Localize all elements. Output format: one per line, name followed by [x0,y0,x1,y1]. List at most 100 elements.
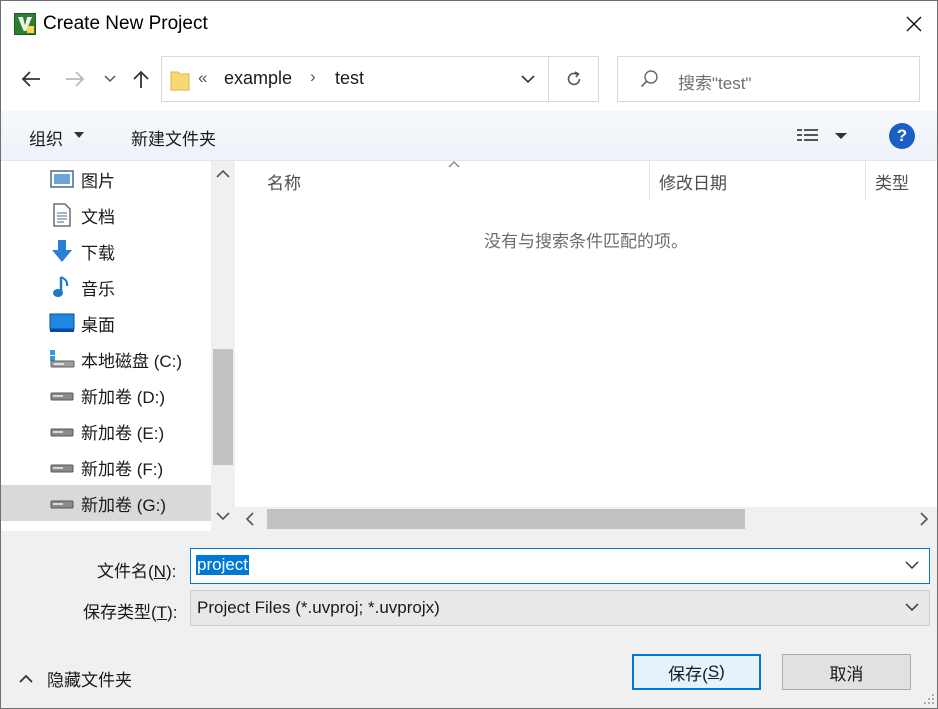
column-header-name[interactable]: 名称 [267,169,301,194]
file-list: 名称 修改日期 类型 没有与搜索条件匹配的项。 [235,161,937,531]
nav-label: 桌面 [81,315,115,335]
arrow-up-icon [133,70,149,88]
address-segment-example[interactable]: example [224,68,292,89]
nav-item-documents[interactable]: 文档 [1,197,211,233]
save-button-end: ) [719,662,725,681]
details-view-icon [797,129,847,141]
command-bar: 组织 新建文件夹 ? [1,111,937,161]
chevron-down-icon [521,74,535,83]
address-overflow[interactable]: « [198,68,207,88]
address-dropdown-button[interactable] [508,57,548,101]
chevron-down-icon[interactable] [216,511,230,521]
drive-icon [49,418,75,444]
chevron-down-icon [905,603,919,612]
window-title: Create New Project [43,13,208,34]
sort-ascending-icon [448,161,460,168]
column-header-date[interactable]: 修改日期 [659,169,727,194]
new-folder-button[interactable]: 新建文件夹 [131,125,216,150]
nav-label: 新加卷 (E:) [81,423,165,443]
up-button[interactable] [127,63,155,95]
cancel-button[interactable]: 取消 [782,654,911,690]
address-separator[interactable]: › [310,67,316,87]
nav-scrollbar[interactable] [211,161,235,531]
nav-scrollbar-thumb[interactable] [213,349,233,465]
forward-button[interactable] [61,63,89,95]
title-bar: Create New Project [1,1,937,47]
hide-folders-label: 隐藏文件夹 [47,671,132,690]
save-button-text: 保存( [668,664,708,684]
nav-item-drive-f[interactable]: 新加卷 (F:) [1,449,211,485]
refresh-icon [567,71,581,86]
app-logo-icon [14,13,36,35]
hide-folders-toggle[interactable]: 隐藏文件夹 [19,666,132,691]
address-segment-test[interactable]: test [335,68,364,89]
resize-grip-icon[interactable] [923,693,935,705]
music-icon [49,274,75,300]
nav-label: 新加卷 (D:) [81,387,166,407]
create-project-dialog: Create New Project « example › test 搜索"t… [0,0,938,709]
column-divider[interactable] [649,161,650,201]
nav-label: 图片 [81,171,115,191]
nav-item-music[interactable]: 音乐 [1,269,211,305]
filetype-label: 保存类型(T): [83,598,177,623]
filetype-select[interactable]: Project Files (*.uvproj; *.uvprojx) [190,590,930,626]
arrow-right-icon [66,71,85,87]
nav-item-downloads[interactable]: 下载 [1,233,211,269]
save-button[interactable]: 保存(S) [632,654,761,690]
chevron-up-icon[interactable] [216,169,230,179]
chevron-left-icon[interactable] [245,512,255,526]
nav-label: 音乐 [81,279,115,299]
filename-input[interactable]: project [190,548,930,584]
close-icon [906,16,922,32]
nav-item-pictures[interactable]: 图片 [1,161,211,197]
save-form: 文件名(N): project 保存类型(T): Project Files (… [1,531,937,708]
drive-icon [49,490,75,516]
arrow-left-icon [21,71,40,87]
nav-label: 本地磁盘 (C:) [81,351,183,371]
drive-icon [49,454,75,480]
system-drive-icon [49,346,75,372]
folder-icon [170,71,190,91]
chevron-down-icon[interactable] [905,561,919,570]
navigation-pane: 图片 文档 下载 音乐 桌面 本地磁盘 (C:) 新加卷 (D:) 新加卷 (E… [1,161,235,531]
recent-locations-button[interactable] [97,63,123,95]
view-options-button[interactable] [795,123,851,149]
filetype-label-key: T [156,603,168,622]
filetype-label-end: ): [167,603,178,622]
search-icon [640,70,658,88]
filename-label-key: N [153,562,166,581]
search-placeholder: 搜索"test" [678,74,752,93]
chevron-right-icon[interactable] [919,512,929,526]
nav-item-desktop[interactable]: 桌面 [1,305,211,341]
filename-label: 文件名(N): [97,557,176,582]
close-button[interactable] [891,5,937,43]
nav-item-drive-e[interactable]: 新加卷 (E:) [1,413,211,449]
nav-label: 新加卷 (F:) [81,459,164,479]
file-list-hscrollbar[interactable] [235,507,937,531]
chevron-down-icon [104,75,116,83]
nav-item-drive-c[interactable]: 本地磁盘 (C:) [1,341,211,377]
organize-button[interactable]: 组织 [29,125,63,150]
filename-label-text: 文件名( [97,562,154,581]
save-button-key: S [707,662,720,681]
filetype-label-text: 保存类型( [83,603,157,622]
help-button[interactable]: ? [889,123,915,149]
nav-label: 文档 [81,207,115,227]
column-header-type[interactable]: 类型 [875,169,909,194]
filename-value: project [196,555,250,575]
documents-icon [49,202,75,228]
refresh-button[interactable] [549,57,599,101]
nav-label: 下载 [81,243,115,263]
address-bar[interactable]: « example › test [161,56,599,102]
nav-item-drive-g[interactable]: 新加卷 (G:) [1,485,211,521]
nav-item-drive-d[interactable]: 新加卷 (D:) [1,377,211,413]
column-divider[interactable] [865,161,866,201]
nav-label: 新加卷 (G:) [81,495,166,515]
chevron-up-icon [19,674,33,683]
search-box[interactable]: 搜索"test" [617,56,920,102]
file-list-hscrollbar-thumb[interactable] [267,509,745,529]
downloads-icon [49,238,75,264]
desktop-icon [49,310,75,336]
pictures-icon [49,166,75,192]
back-button[interactable] [17,63,45,95]
